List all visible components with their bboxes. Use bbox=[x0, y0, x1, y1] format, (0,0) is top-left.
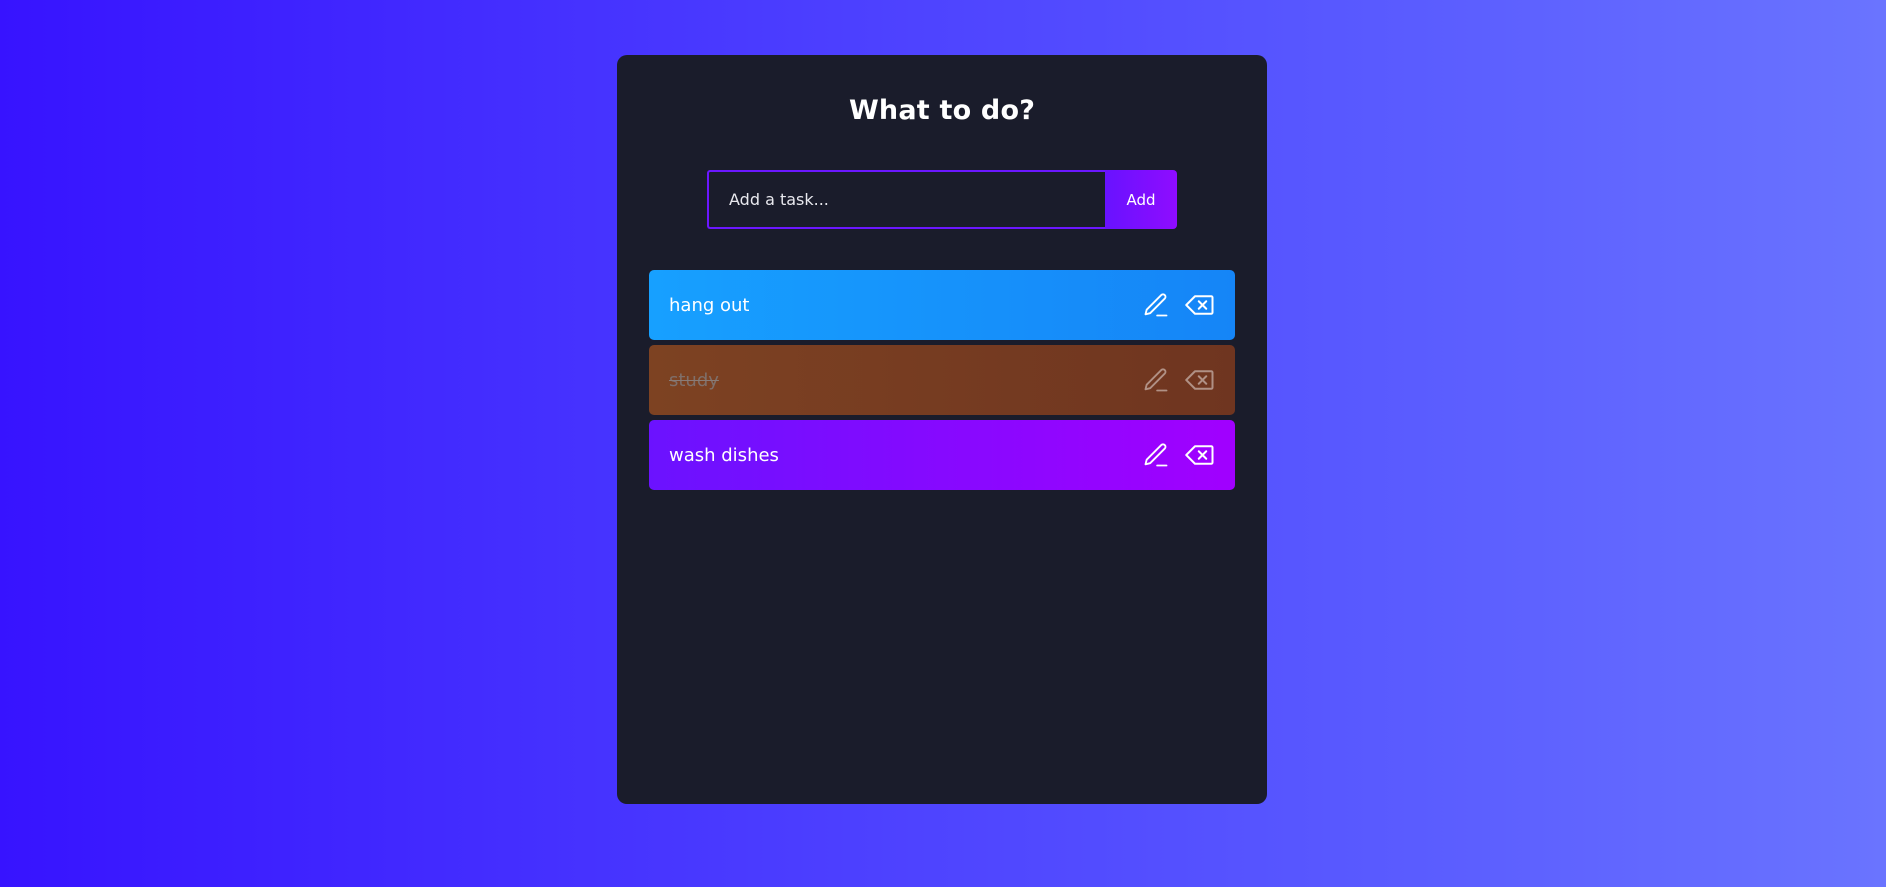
backspace-x-icon[interactable] bbox=[1185, 290, 1215, 320]
task-item-hang-out: hang out bbox=[649, 270, 1235, 340]
add-task-form: Add bbox=[707, 170, 1177, 229]
add-button[interactable]: Add bbox=[1105, 170, 1177, 229]
app-title: What to do? bbox=[848, 95, 1036, 126]
task-list: hang out study wash dishes bbox=[649, 270, 1235, 495]
task-actions bbox=[1141, 290, 1215, 320]
task-actions bbox=[1141, 440, 1215, 470]
todo-app: What to do? Add hang out bbox=[617, 55, 1267, 804]
pencil-icon[interactable] bbox=[1141, 365, 1171, 395]
pencil-icon[interactable] bbox=[1141, 440, 1171, 470]
task-actions bbox=[1141, 365, 1215, 395]
task-label[interactable]: hang out bbox=[669, 295, 1141, 316]
task-label-completed[interactable]: study bbox=[669, 370, 1141, 391]
task-item-study: study bbox=[649, 345, 1235, 415]
backspace-x-icon[interactable] bbox=[1185, 440, 1215, 470]
pencil-icon[interactable] bbox=[1141, 290, 1171, 320]
task-label[interactable]: wash dishes bbox=[669, 445, 1141, 466]
task-input[interactable] bbox=[707, 170, 1105, 229]
task-item-wash-dishes: wash dishes bbox=[649, 420, 1235, 490]
backspace-x-icon[interactable] bbox=[1185, 365, 1215, 395]
